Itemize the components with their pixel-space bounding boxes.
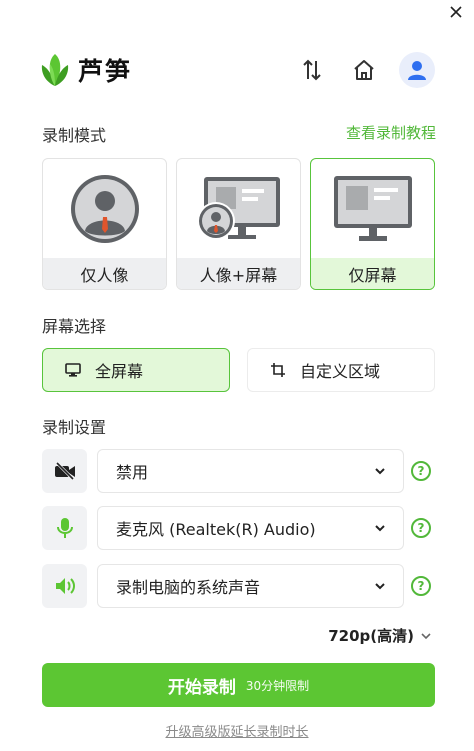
chevron-down-icon xyxy=(375,525,385,532)
tutorial-link[interactable]: 查看录制教程 xyxy=(346,122,436,143)
home-icon xyxy=(354,60,374,80)
full-screen-label: 全屏幕 xyxy=(95,362,144,381)
leaf-logo-icon xyxy=(41,54,69,86)
full-screen-button[interactable]: 全屏幕 xyxy=(42,348,230,392)
settings-title: 录制设置 xyxy=(42,418,107,437)
system-audio-value: 录制电脑的系统声音 xyxy=(116,578,261,597)
microphone-select[interactable]: 麦克风 (Realtek(R) Audio) xyxy=(97,506,404,550)
start-recording-button[interactable]: 开始录制 30分钟限制 xyxy=(42,663,435,707)
chevron-down-icon xyxy=(375,583,385,590)
screen-illustration xyxy=(311,159,434,259)
monitor-icon xyxy=(65,363,83,377)
speaker-icon xyxy=(55,578,75,594)
microphone-icon xyxy=(56,518,73,538)
camera-select[interactable]: 禁用 xyxy=(97,449,404,493)
mode-portrait-and-screen[interactable]: 人像+屏幕 xyxy=(176,158,301,290)
mode-label: 人像+屏幕 xyxy=(177,258,300,289)
custom-area-label: 自定义区域 xyxy=(300,362,381,381)
app-name: 芦笋 xyxy=(78,57,133,86)
app-logo: 芦笋 xyxy=(40,52,132,88)
portrait-illustration xyxy=(43,159,166,259)
quality-select[interactable]: 720p(高清) xyxy=(328,625,432,646)
monitor-illustration-icon xyxy=(333,176,412,241)
portrait-screen-icon xyxy=(196,177,280,240)
custom-area-button[interactable]: 自定义区域 xyxy=(247,348,435,392)
start-label: 开始录制 xyxy=(167,677,236,698)
close-button[interactable] xyxy=(446,2,466,22)
sort-icon xyxy=(303,59,321,81)
screen-select-title: 屏幕选择 xyxy=(42,317,107,336)
mode-label: 仅屏幕 xyxy=(311,258,434,289)
system-audio-help-icon[interactable]: ? xyxy=(411,576,431,596)
mode-portrait-only[interactable]: 仅人像 xyxy=(42,158,167,290)
portrait-screen-illustration xyxy=(177,159,300,259)
camera-toggle[interactable] xyxy=(42,449,87,493)
close-icon xyxy=(450,6,462,18)
recording-mode-title: 录制模式 xyxy=(42,126,107,145)
header: 芦笋 xyxy=(40,50,436,94)
upgrade-link[interactable]: 升级高级版延长录制时长 xyxy=(0,721,474,740)
mode-screen-only[interactable]: 仅屏幕 xyxy=(310,158,435,290)
time-limit-label: 30分钟限制 xyxy=(245,678,310,693)
microphone-value: 麦克风 (Realtek(R) Audio) xyxy=(116,520,316,539)
user-avatar-button[interactable] xyxy=(399,52,435,88)
microphone-toggle[interactable] xyxy=(42,506,87,550)
crop-icon xyxy=(270,362,288,378)
mode-label: 仅人像 xyxy=(43,258,166,289)
system-audio-toggle[interactable] xyxy=(42,564,87,608)
camera-help-icon[interactable]: ? xyxy=(411,461,431,481)
camera-off-icon xyxy=(54,462,75,480)
user-icon xyxy=(408,61,426,80)
microphone-help-icon[interactable]: ? xyxy=(411,518,431,538)
portrait-icon xyxy=(70,175,139,243)
home-button[interactable] xyxy=(346,52,382,88)
camera-value: 禁用 xyxy=(116,463,149,482)
chevron-down-icon xyxy=(421,632,431,639)
quality-value: 720p(高清) xyxy=(328,627,414,645)
sort-button[interactable] xyxy=(294,52,330,88)
system-audio-select[interactable]: 录制电脑的系统声音 xyxy=(97,564,404,608)
chevron-down-icon xyxy=(375,468,385,475)
